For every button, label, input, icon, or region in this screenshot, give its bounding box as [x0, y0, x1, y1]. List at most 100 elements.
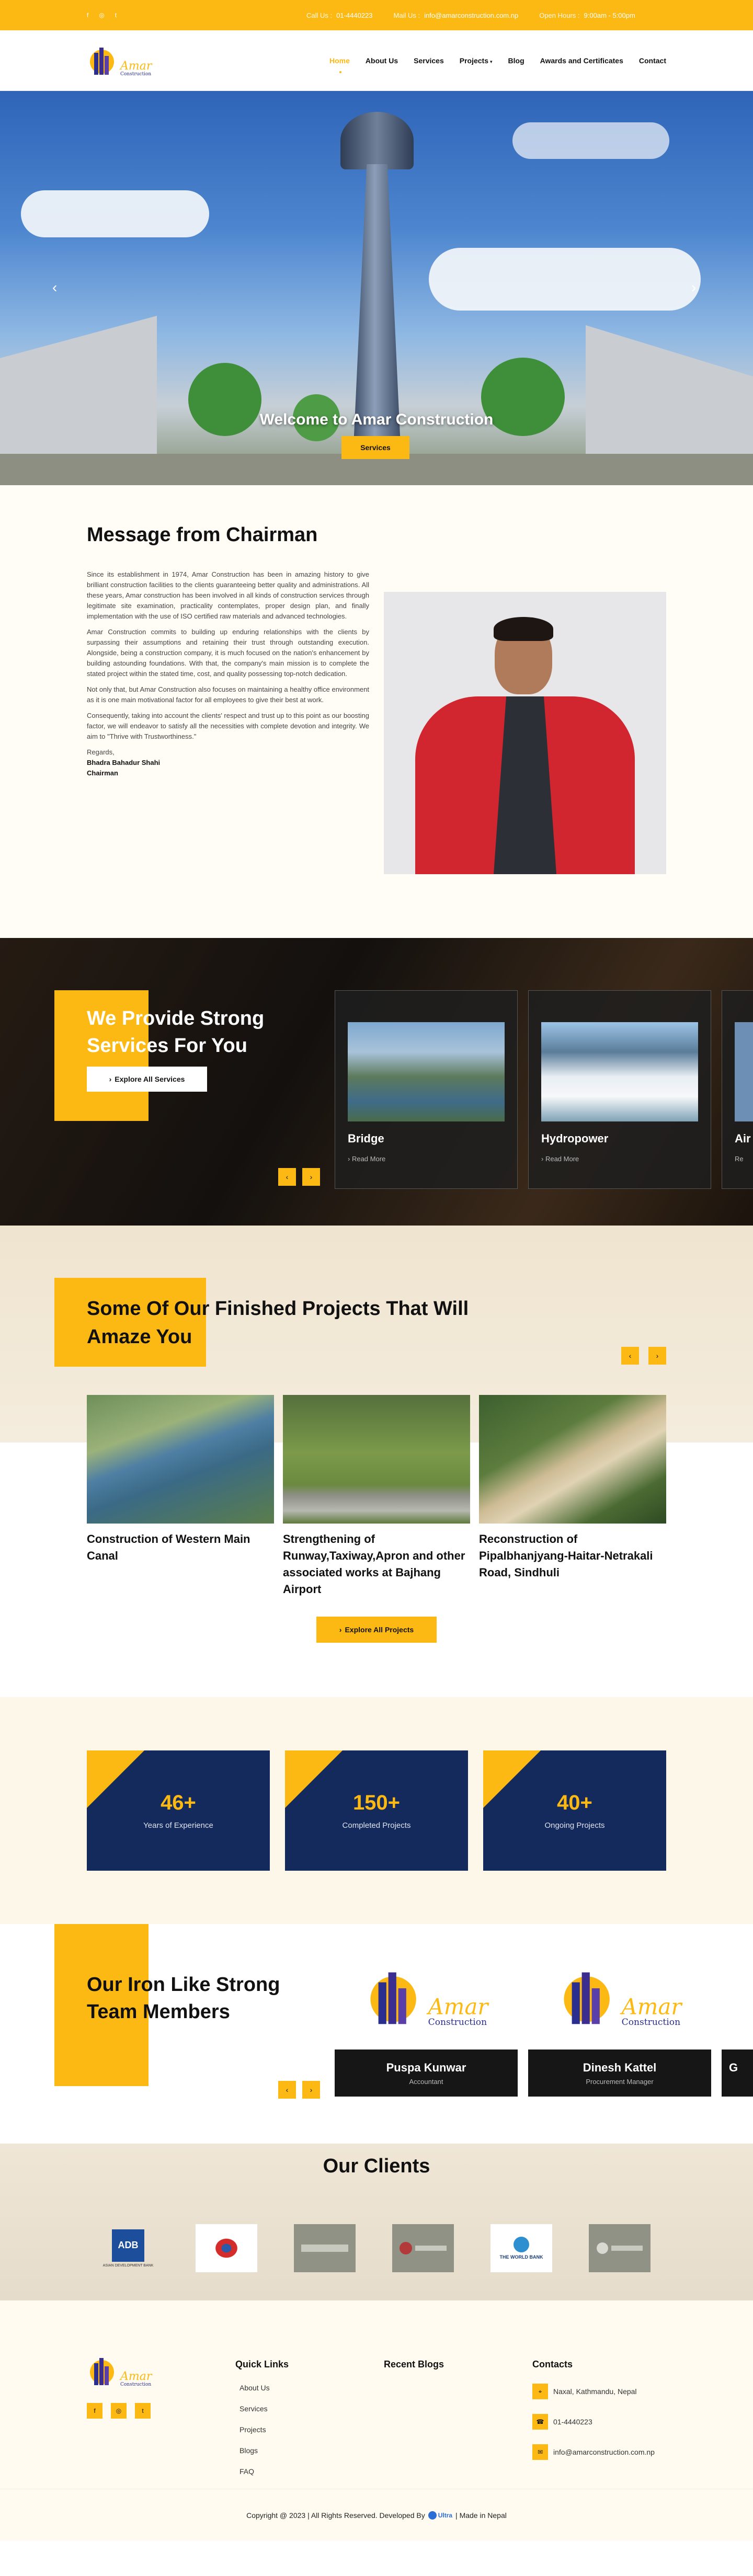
nav-blog[interactable]: Blog	[508, 56, 524, 65]
client-logo-adb[interactable]: ADB ASIAN DEVELOPMENT BANK	[97, 2224, 159, 2272]
prev-arrow-button[interactable]: ‹	[621, 1347, 639, 1365]
developer-icon	[428, 2511, 437, 2520]
read-more-label: Re	[735, 1155, 744, 1163]
arrow-icon: ›	[339, 1625, 342, 1634]
arrow-icon: ›	[348, 1155, 352, 1163]
prev-arrow-button[interactable]: ‹	[278, 2081, 296, 2099]
project-title: Strengthening of Runway,Taxiway,Apron an…	[283, 1532, 465, 1596]
chairman-name: Bhadra Bahadur Shahi	[87, 759, 161, 766]
contacts-title: Contacts	[532, 2359, 573, 2369]
project-card[interactable]: Reconstruction of Pipalbhanjyang-Haitar-…	[479, 1395, 666, 1581]
top-bar: f ◎ t Call Us :01-4440223 Mail Us : info@…	[0, 0, 753, 30]
copyright-bar: Copyright @ 2023 | All Rights Reserved. …	[0, 2489, 753, 2541]
nav-services[interactable]: Services	[414, 56, 444, 65]
stat-value: 40+	[557, 1791, 592, 1814]
logo-placeholder	[415, 2246, 447, 2251]
footer-link-faq[interactable]: FAQ	[239, 2467, 289, 2476]
chevron-left-icon[interactable]: ‹	[52, 279, 57, 296]
twitter-icon[interactable]: t	[115, 12, 117, 19]
footer-link-about[interactable]: About Us	[239, 2384, 289, 2392]
contact-info: Call Us :01-4440223 Mail Us : info@amarco…	[306, 12, 635, 19]
member-photo	[722, 1945, 753, 2050]
chairman-paragraph: Amar Construction commits to building up…	[87, 628, 369, 678]
airport-image	[283, 1395, 470, 1524]
nav-awards[interactable]: Awards and Certificates	[540, 56, 623, 65]
call-value: 01-4440223	[336, 11, 373, 19]
call-info[interactable]: Call Us :01-4440223	[306, 12, 373, 19]
project-title: Reconstruction of Pipalbhanjyang-Haitar-…	[479, 1532, 653, 1579]
service-title: Hydropower	[541, 1132, 609, 1145]
hero-services-button[interactable]: Services	[341, 436, 409, 459]
footer-contacts: Contacts ⌖ Naxal, Kathmandu, Nepal ☎ 01-44…	[532, 2359, 655, 2475]
adb-mark: ADB	[111, 2229, 144, 2262]
road-image	[479, 1395, 666, 1524]
facebook-icon[interactable]: f	[87, 2403, 102, 2419]
stat-card: 46+ Years of Experience	[87, 1750, 270, 1871]
main-navbar: Amar Construction Home About Us Services …	[0, 30, 753, 91]
stat-label: Years of Experience	[143, 1821, 213, 1830]
explore-services-button[interactable]: › Explore All Services	[87, 1067, 207, 1092]
team-member-card[interactable]: G	[722, 1945, 753, 2097]
footer-logo[interactable]: Amar Construction	[87, 2355, 152, 2387]
nav-home[interactable]: Home	[329, 56, 350, 73]
chairman-paragraph: Not only that, but Amar Construction als…	[87, 685, 369, 704]
service-card[interactable]: Bridge › Read More	[335, 990, 518, 1189]
twitter-icon[interactable]: t	[135, 2403, 151, 2419]
instagram-icon[interactable]: ◎	[111, 2403, 127, 2419]
project-card[interactable]: Strengthening of Runway,Taxiway,Apron an…	[283, 1395, 470, 1598]
next-arrow-button[interactable]: ›	[302, 2081, 320, 2099]
team-member-card[interactable]: Amar Construction Puspa Kunwar Accountant	[335, 1945, 518, 2097]
instagram-icon[interactable]: ◎	[99, 12, 104, 19]
site-logo[interactable]: Amar Construction	[87, 44, 152, 77]
brand-name: Amar	[621, 1995, 682, 2020]
brand-sub: Construction	[621, 2018, 680, 2028]
stat-label: Completed Projects	[342, 1821, 411, 1830]
stat-card: 40+ Ongoing Projects	[483, 1750, 666, 1871]
developer-logo[interactable]: Ultra	[428, 2511, 452, 2520]
email-text: info@amarconstruction.com.np	[553, 2448, 655, 2456]
service-card[interactable]: Air Re	[722, 990, 753, 1189]
next-arrow-button[interactable]: ›	[302, 1168, 320, 1186]
nav-projects[interactable]: Projects ▾	[460, 56, 493, 65]
nav-menu: Home About Us Services Projects ▾ Blog Aw…	[329, 56, 666, 73]
client-logo-4[interactable]	[392, 2224, 454, 2272]
clients-section: Our Clients ADB ASIAN DEVELOPMENT BANK T…	[0, 2144, 753, 2300]
stat-value: 46+	[161, 1791, 196, 1814]
project-card[interactable]: Construction of Western Main Canal	[87, 1395, 274, 1564]
stat-card: 150+ Completed Projects	[285, 1750, 468, 1871]
client-logo-world-bank[interactable]: THE WORLD BANK	[490, 2224, 552, 2272]
mail-info[interactable]: Mail Us : info@amarconstruction.com.np	[394, 12, 519, 19]
services-heading-line1: We Provide Strong	[87, 1007, 265, 1029]
explore-projects-button[interactable]: › Explore All Projects	[316, 1617, 437, 1643]
nav-contact[interactable]: Contact	[639, 56, 666, 65]
footer-link-blogs[interactable]: Blogs	[239, 2446, 289, 2455]
facebook-icon[interactable]: f	[87, 12, 88, 19]
team-member-card[interactable]: Amar Construction Dinesh Kattel Procuremen…	[528, 1945, 711, 2097]
quick-links: Quick Links About Us Services Projects B…	[235, 2359, 289, 2488]
footer-link-services[interactable]: Services	[239, 2405, 289, 2413]
project-title: Construction of Western Main Canal	[87, 1532, 250, 1562]
footer-link-projects[interactable]: Projects	[239, 2425, 289, 2434]
read-more-link[interactable]: Re	[735, 1155, 753, 1163]
phone-row[interactable]: ☎ 01-4440223	[532, 2414, 655, 2430]
service-card[interactable]: Hydropower › Read More	[528, 990, 711, 1189]
logo-placeholder	[611, 2246, 643, 2251]
member-photo: Amar Construction	[528, 1945, 711, 2050]
emblem-icon	[210, 2234, 243, 2263]
hydropower-image	[541, 1022, 698, 1121]
globe-icon	[514, 2237, 529, 2252]
prev-arrow-button[interactable]: ‹	[278, 1168, 296, 1186]
explore-services-label: Explore All Services	[115, 1075, 185, 1083]
explore-projects-label: Explore All Projects	[345, 1625, 414, 1634]
chevron-right-icon[interactable]: ›	[691, 279, 696, 296]
read-more-link[interactable]: › Read More	[348, 1155, 505, 1163]
read-more-link[interactable]: › Read More	[541, 1155, 698, 1163]
client-logo-nepal-govt[interactable]	[196, 2224, 257, 2272]
recent-blogs-title: Recent Blogs	[384, 2359, 444, 2369]
nav-about[interactable]: About Us	[366, 56, 398, 65]
client-logo-3[interactable]	[294, 2224, 356, 2272]
services-heading: We Provide Strong Services For You	[87, 1005, 296, 1059]
client-logo-6[interactable]	[589, 2224, 651, 2272]
next-arrow-button[interactable]: ›	[648, 1347, 666, 1365]
email-row[interactable]: ✉ info@amarconstruction.com.np	[532, 2444, 655, 2460]
